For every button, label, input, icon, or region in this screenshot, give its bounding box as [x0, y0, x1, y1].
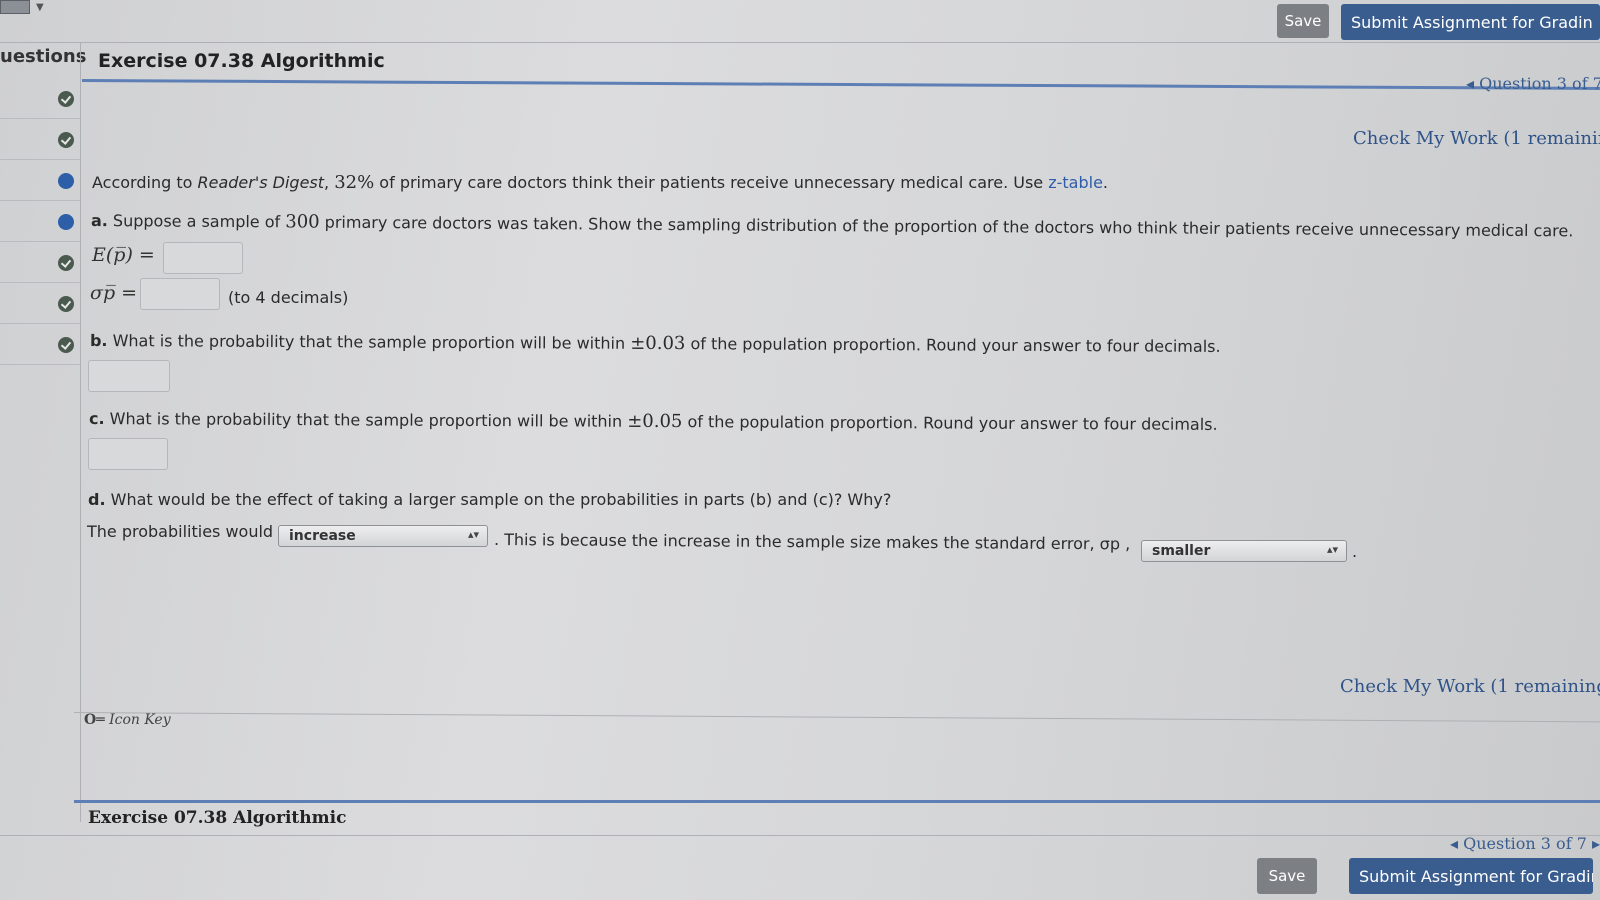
top-bar: ▼ Save Submit Assignment for Gradin: [0, 0, 1600, 42]
probability-effect-select[interactable]: increase ▴▾: [278, 525, 488, 547]
sample-size: 300: [285, 211, 320, 233]
select-value: smaller: [1152, 543, 1211, 559]
part-b-input[interactable]: [88, 360, 170, 392]
title-underline: [81, 79, 1600, 90]
check-icon: [58, 337, 74, 353]
part-c-margin: ±0.05: [627, 410, 683, 433]
std-error-label: σp̅ =: [90, 282, 138, 304]
select-value: increase: [289, 528, 356, 544]
check-icon: [58, 255, 74, 271]
expected-value-label: E(p̅) =: [92, 244, 155, 266]
select-arrows-icon: ▴▾: [1326, 543, 1338, 556]
part-d-label: d.: [88, 490, 106, 509]
sidebar-divider: [80, 42, 81, 822]
part-c-text: What is the probability that the sample …: [104, 409, 628, 431]
check-icon: [58, 296, 74, 312]
chevron-down-icon[interactable]: ▼: [36, 2, 44, 13]
intro-text: ,: [324, 173, 335, 192]
part-a-label: a.: [90, 211, 108, 231]
footer-exercise-title: Exercise 07.38 Algorithmic: [88, 808, 347, 828]
select-arrows-icon: ▴▾: [467, 528, 479, 541]
sidebar-question-7[interactable]: [0, 324, 80, 365]
exercise-title: Exercise 07.38 Algorithmic: [98, 50, 385, 72]
questions-panel-label: uestions: [0, 46, 87, 67]
footer-divider: [0, 835, 1600, 836]
intro-text: of primary care doctors think their pati…: [374, 173, 1049, 192]
current-dot-icon: [58, 214, 74, 230]
part-d-answer-middle: . This is because the increase in the sa…: [493, 530, 1131, 554]
part-c-input[interactable]: [88, 438, 168, 470]
part-c-label: c.: [88, 409, 105, 429]
key-icon: O═: [84, 712, 105, 728]
icon-key[interactable]: O═ Icon Key: [84, 712, 171, 728]
question-intro: According to Reader's Digest, 32% of pri…: [92, 172, 1108, 193]
menu-icon[interactable]: [0, 0, 30, 14]
part-a-prompt: a. Suppose a sample of 300 primary care …: [91, 210, 1573, 241]
check-icon: [58, 132, 74, 148]
part-c-text: of the population proportion. Round your…: [682, 412, 1218, 434]
check-my-work-link-top[interactable]: Check My Work (1 remaining): [1353, 128, 1600, 149]
std-error-effect-select[interactable]: smaller ▴▾: [1141, 540, 1347, 562]
content-divider: [73, 712, 1600, 723]
sidebar-question-1[interactable]: [0, 78, 80, 119]
footer-bar: [74, 800, 1600, 803]
part-a-text: Suppose a sample of: [107, 211, 286, 232]
part-d-answer-end: .: [1352, 542, 1358, 561]
part-a-text: primary care doctors was taken. Show the…: [319, 212, 1574, 241]
source-name: Reader's Digest: [197, 173, 325, 192]
submit-assignment-button[interactable]: Submit Assignment for Gradin: [1341, 4, 1600, 40]
sidebar-question-5[interactable]: [0, 242, 80, 283]
footer-submit-button[interactable]: Submit Assignment for Grading: [1349, 858, 1593, 894]
part-b-text: What is the probability that the sample …: [107, 331, 631, 353]
expected-value-input[interactable]: [163, 242, 243, 274]
intro-text: According to: [92, 173, 198, 192]
footer-question-nav[interactable]: ◂ Question 3 of 7 ▸: [1450, 834, 1600, 853]
part-d-answer-prefix: The probabilities would: [87, 522, 274, 541]
sidebar-question-2[interactable]: [0, 119, 80, 160]
part-b-margin: ±0.03: [630, 332, 686, 355]
sidebar-question-4[interactable]: [0, 201, 80, 242]
part-d-text: What would be the effect of taking a lar…: [105, 490, 892, 509]
question-nav[interactable]: ◂ Question 3 of 7: [1466, 74, 1600, 93]
part-c-prompt: c. What is the probability that the samp…: [89, 408, 1218, 435]
intro-text: .: [1102, 173, 1109, 192]
icon-key-label: Icon Key: [109, 712, 171, 728]
check-icon: [58, 91, 74, 107]
std-error-input[interactable]: [140, 278, 220, 310]
header-divider: [0, 42, 1600, 43]
current-dot-icon: [58, 173, 74, 189]
std-error-note: (to 4 decimals): [228, 288, 349, 307]
check-my-work-link-bottom[interactable]: Check My Work (1 remaining): [1340, 676, 1600, 697]
percent-value: 32%: [334, 172, 375, 193]
save-button[interactable]: Save: [1277, 4, 1329, 38]
sidebar-question-6[interactable]: [0, 283, 80, 324]
part-d-prompt: d. What would be the effect of taking a …: [88, 490, 891, 509]
sidebar-question-3[interactable]: [0, 160, 80, 201]
part-b-label: b.: [89, 331, 108, 351]
z-table-link[interactable]: z-table: [1048, 173, 1103, 192]
part-b-prompt: b. What is the probability that the samp…: [90, 330, 1221, 357]
part-b-text: of the population proportion. Round your…: [685, 334, 1221, 356]
footer-save-button[interactable]: Save: [1257, 858, 1317, 894]
